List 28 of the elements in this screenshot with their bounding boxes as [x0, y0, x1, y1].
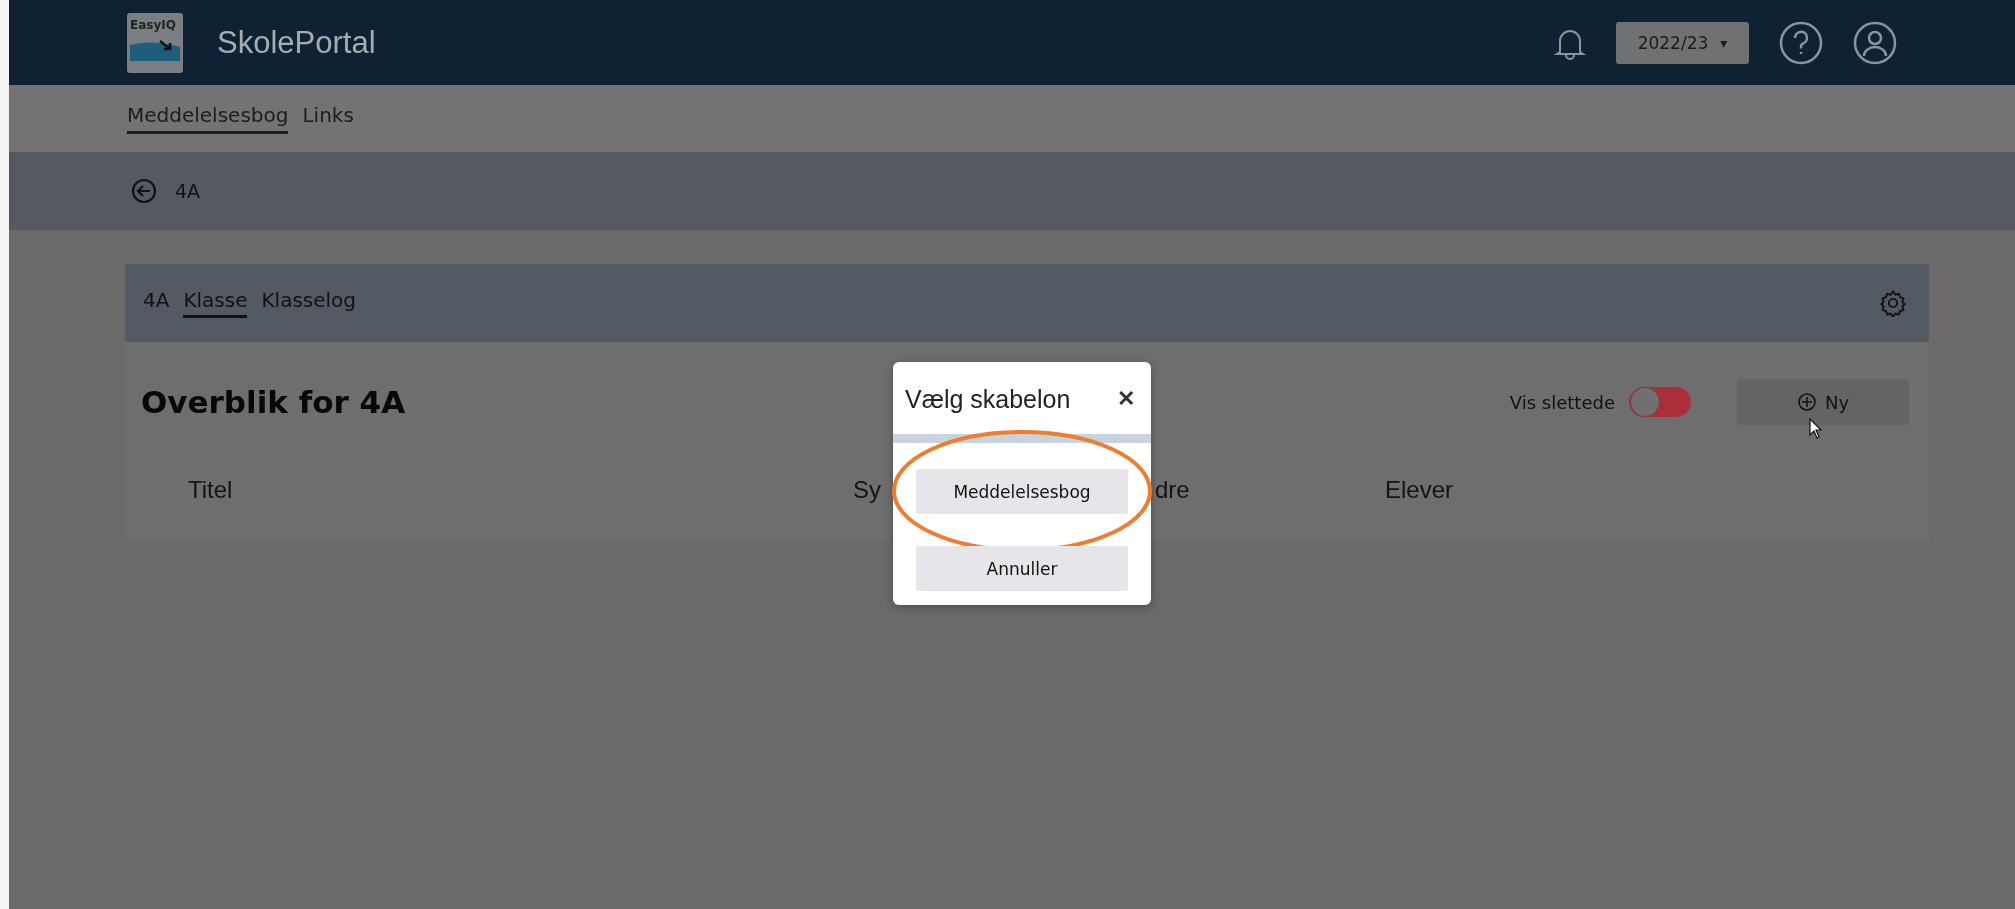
class-tab[interactable]: Klasselog: [261, 288, 357, 318]
user-icon[interactable]: [1853, 20, 1897, 65]
toggle-switch[interactable]: [1629, 387, 1691, 417]
page-title: Overblik for 4A: [141, 384, 406, 420]
column-header: Sy: [853, 476, 881, 504]
nav-link[interactable]: Links: [302, 103, 354, 134]
close-button[interactable]: ✕: [1117, 386, 1135, 412]
settings-icon[interactable]: [1879, 289, 1907, 317]
new-button[interactable]: Ny: [1737, 379, 1909, 425]
caret-icon: ▾: [1720, 34, 1728, 51]
nav-link[interactable]: Meddelelsesbog: [127, 103, 289, 134]
back-icon[interactable]: [131, 178, 157, 204]
breadcrumb-title: 4A: [175, 180, 201, 202]
class-tab[interactable]: 4A: [143, 288, 170, 318]
column-header: dre: [1155, 476, 1190, 504]
class-tab[interactable]: Klasse: [183, 288, 248, 318]
column-header: Titel: [188, 476, 233, 504]
toggle-label: Vis slettede: [1509, 391, 1615, 413]
dialog-button[interactable]: Meddelelsesbog: [916, 469, 1128, 514]
column-header: Elever: [1385, 476, 1454, 504]
logo-icon: EasyIQ: [127, 12, 183, 73]
help-icon[interactable]: [1779, 20, 1823, 65]
dialog-button[interactable]: Annuller: [916, 546, 1128, 591]
year-select[interactable]: 2022/23 ▾: [1616, 21, 1749, 64]
plus-circle-icon: [1796, 392, 1817, 412]
dialog-title: Vælg skabelon: [905, 384, 1071, 414]
mouse-pointer-icon: [1809, 418, 1823, 440]
app-name: SkolePortal: [217, 24, 376, 61]
